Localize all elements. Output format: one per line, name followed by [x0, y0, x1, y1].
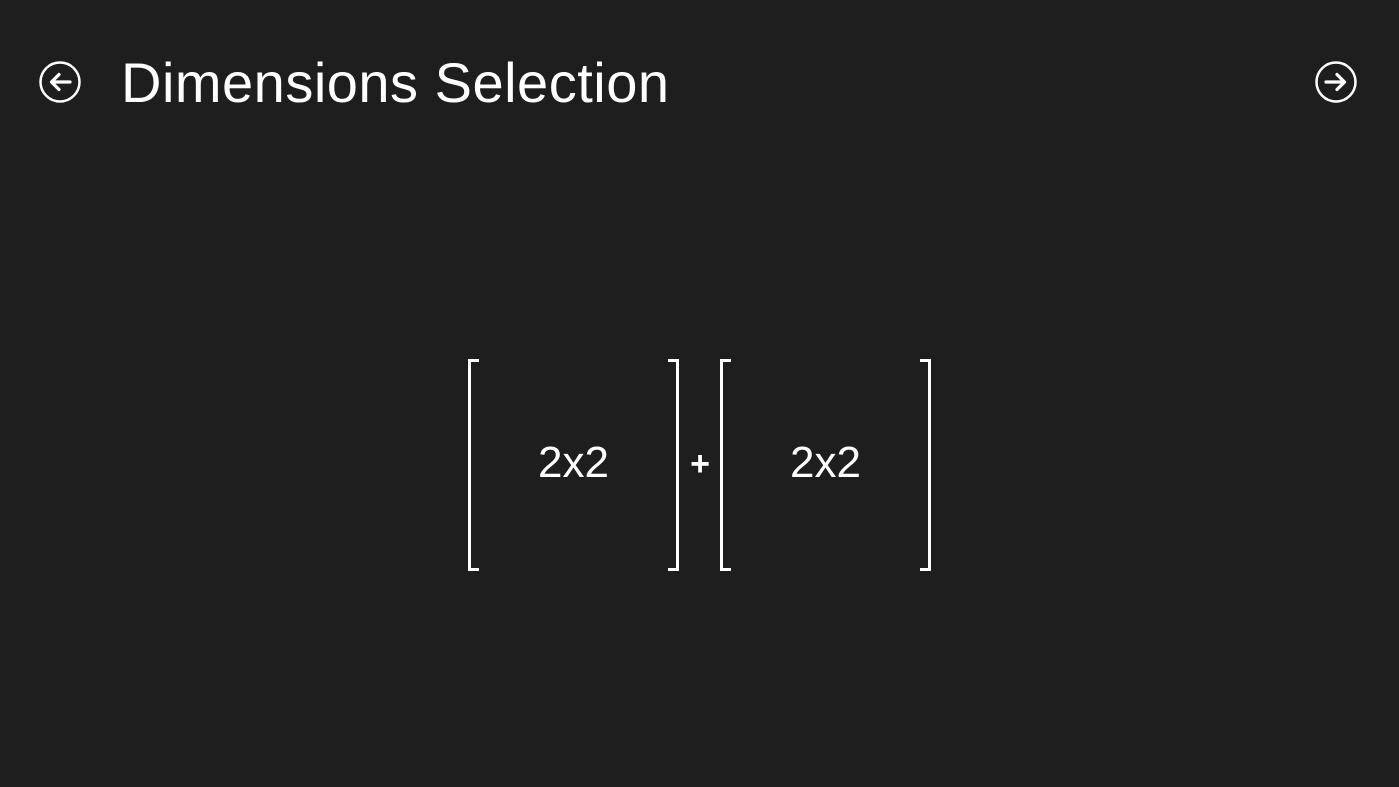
arrow-right-circle-icon	[1315, 61, 1357, 103]
left-matrix-selector[interactable]: 2x2	[467, 359, 680, 571]
matrix-dimension-label: 2x2	[790, 438, 861, 487]
matrix-dimension-label: 2x2	[538, 438, 609, 487]
back-button[interactable]	[39, 61, 81, 103]
right-bracket-icon	[920, 359, 932, 571]
operator-symbol[interactable]: +	[686, 442, 714, 486]
page-title: Dimensions Selection	[121, 51, 670, 114]
right-matrix-selector[interactable]: 2x2	[719, 359, 932, 571]
right-bracket-icon	[668, 359, 680, 571]
dimensions-selection-page: Dimensions Selection 2x2 + 2x2	[0, 0, 1399, 787]
arrow-left-circle-icon	[39, 61, 81, 103]
forward-button[interactable]	[1315, 61, 1357, 103]
